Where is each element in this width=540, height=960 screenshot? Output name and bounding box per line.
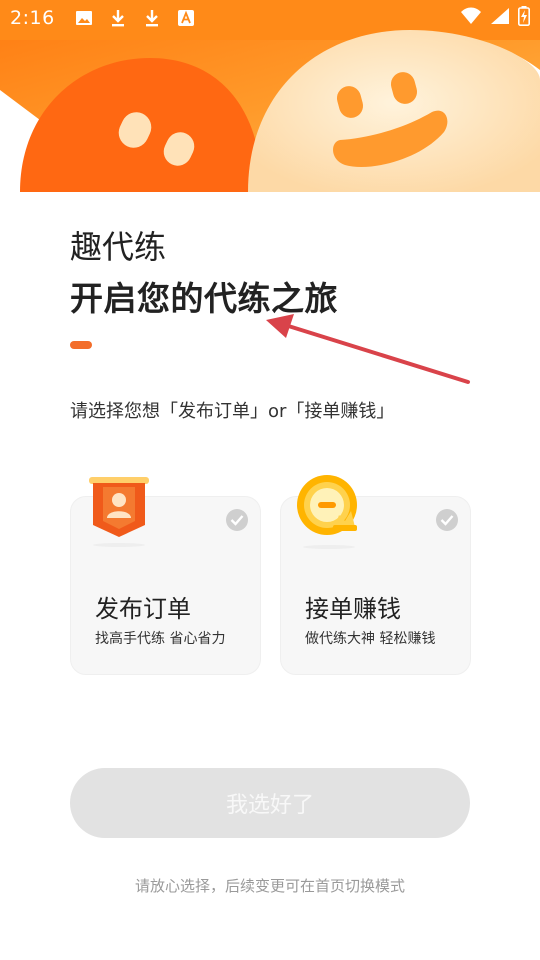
status-bar: 2:16 <box>0 0 540 36</box>
option-card-take-order[interactable]: 接单赚钱 做代练大神 轻松赚钱 <box>280 475 471 675</box>
user-badge-icon <box>89 477 149 551</box>
option-title: 接单赚钱 <box>305 595 401 623</box>
download-icon <box>141 7 163 29</box>
option-title: 发布订单 <box>95 595 191 623</box>
accent-bar <box>70 341 92 349</box>
wifi-icon <box>460 7 482 29</box>
battery-icon <box>518 6 530 30</box>
app-name: 趣代练 <box>70 228 167 266</box>
font-icon <box>175 7 197 29</box>
unselected-check-icon <box>226 509 248 531</box>
status-time: 2:16 <box>10 7 55 29</box>
option-card-publish-order[interactable]: 发布订单 找高手代练 省心省力 <box>70 477 261 675</box>
option-subtitle: 找高手代练 省心省力 <box>95 631 226 647</box>
option-subtitle: 做代练大神 轻松赚钱 <box>305 631 436 647</box>
image-icon <box>73 7 95 29</box>
coin-badge-icon <box>297 475 361 553</box>
annotation-arrow-icon <box>260 310 475 394</box>
status-right-group <box>460 6 530 30</box>
download-icon <box>107 7 129 29</box>
unselected-check-icon <box>436 509 458 531</box>
footnote-text: 请放心选择，后续变更可在首页切换模式 <box>134 877 405 895</box>
confirm-selection-button[interactable]: 我选好了 <box>70 768 470 838</box>
selection-instruction: 请选择您想「发布订单」or「接单赚钱」 <box>70 401 395 422</box>
signal-icon <box>490 7 510 29</box>
